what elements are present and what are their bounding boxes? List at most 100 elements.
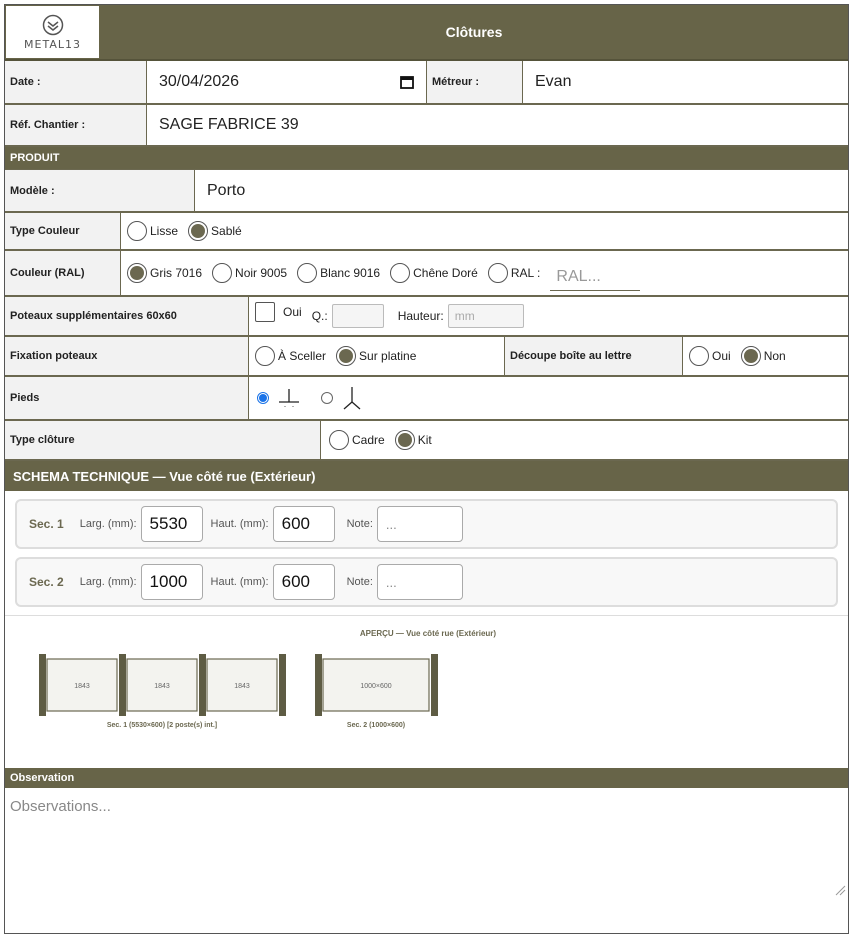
option-ral[interactable]: RAL :	[487, 263, 540, 283]
poteaux-row: Poteaux supplémentaires 60x60 Oui Q.: Ha…	[5, 297, 848, 337]
decoupe-options: Oui Non	[683, 337, 792, 375]
radio-gris-7016[interactable]	[127, 263, 147, 283]
option-noir-9005-label: Noir 9005	[235, 266, 288, 280]
option-a-sceller[interactable]: À Sceller	[255, 346, 326, 366]
option-gris-7016-label: Gris 7016	[150, 266, 203, 280]
form-frame: METAL13 Clôtures Date : 30/04/2026 Métre…	[4, 4, 849, 934]
panel-label: 1843	[154, 683, 170, 690]
q-input[interactable]	[331, 304, 384, 328]
couleur-label: Couleur (RAL)	[5, 251, 121, 295]
ref-label: Réf. Chantier :	[5, 105, 147, 145]
section-1-haut-label: Haut. (mm):	[210, 518, 269, 530]
type-couleur-options: Lisse Sablé	[121, 213, 248, 249]
option-kit[interactable]: Kit	[394, 430, 432, 450]
sec1-caption: Sec. 1 (5530×600) [2 poste(s) int.]	[107, 722, 217, 729]
date-row: Date : 30/04/2026 Métreur : Evan	[5, 61, 848, 105]
section-2-note-label: Note:	[346, 576, 373, 588]
radio-a-sceller[interactable]	[255, 346, 275, 366]
poteaux-label: Poteaux supplémentaires 60x60	[5, 297, 249, 335]
q-label: Q.:	[311, 309, 328, 323]
type-couleur-row: Type Couleur Lisse Sablé	[5, 213, 848, 251]
type-cloture-row: Type clôture Cadre Kit	[5, 421, 848, 461]
radio-decoupe-oui[interactable]	[689, 346, 709, 366]
section-1-haut-input[interactable]: 600	[272, 506, 335, 542]
pied-platine-icon	[279, 389, 299, 407]
section-1-name: Sec. 1	[29, 517, 64, 531]
option-decoupe-non-label: Non	[763, 349, 786, 363]
radio-lisse[interactable]	[127, 221, 147, 241]
modele-field[interactable]: Porto	[195, 170, 848, 211]
panel-label: 1843	[234, 683, 250, 690]
option-sur-platine-label: Sur platine	[359, 349, 417, 363]
radio-decoupe-non[interactable]	[740, 346, 761, 366]
modele-value: Porto	[207, 181, 246, 199]
section-card-1: Sec. 1 Larg. (mm): 5530 Haut. (mm): 600 …	[15, 499, 838, 549]
radio-noir-9005[interactable]	[212, 263, 233, 283]
option-sur-platine[interactable]: Sur platine	[336, 346, 416, 366]
type-couleur-label: Type Couleur	[5, 213, 121, 249]
post	[119, 654, 126, 716]
ref-field[interactable]: SAGE FABRICE 39	[147, 105, 848, 145]
option-sable-label: Sablé	[211, 224, 242, 238]
hauteur-input[interactable]: mm	[447, 304, 524, 328]
option-blanc-9016[interactable]: Blanc 9016	[297, 263, 380, 283]
modele-label: Modèle :	[5, 170, 195, 211]
schema-sections: Sec. 1 Larg. (mm): 5530 Haut. (mm): 600 …	[5, 491, 848, 616]
resize-handle-icon[interactable]	[834, 884, 846, 896]
section-2-larg-input[interactable]: 1000	[140, 564, 203, 600]
option-cadre[interactable]: Cadre	[329, 430, 385, 450]
ral-input[interactable]: RAL...	[550, 262, 641, 291]
option-decoupe-non[interactable]: Non	[740, 346, 786, 366]
section-2-haut-label: Haut. (mm):	[210, 576, 269, 588]
option-cadre-label: Cadre	[352, 433, 385, 447]
option-gris-7016[interactable]: Gris 7016	[127, 263, 202, 283]
decoupe-label: Découpe boîte au lettre	[505, 337, 683, 375]
option-chene-dore[interactable]: Chêne Doré	[390, 263, 478, 283]
section-2-haut-input[interactable]: 600	[272, 564, 335, 600]
radio-chene-dore[interactable]	[390, 263, 411, 283]
section-2-note-input[interactable]: ...	[376, 564, 463, 600]
pied-tripode-icon	[343, 387, 361, 410]
radio-sur-platine[interactable]	[336, 346, 357, 366]
radio-pied-tripode[interactable]	[321, 392, 333, 404]
section-2-name: Sec. 2	[29, 575, 64, 589]
couleur-options: Gris 7016 Noir 9005 Blanc 9016 Chêne Dor…	[121, 251, 641, 295]
section-card-2: Sec. 2 Larg. (mm): 1000 Haut. (mm): 600 …	[15, 557, 838, 607]
section-1-note-input[interactable]: ...	[376, 506, 463, 542]
post	[279, 654, 286, 716]
poteaux-checkbox[interactable]	[255, 302, 275, 322]
option-decoupe-oui-label: Oui	[712, 349, 731, 363]
metreur-value: Evan	[535, 73, 572, 90]
page-title: Clôtures	[445, 24, 503, 40]
post	[39, 654, 46, 716]
metreur-field[interactable]: Evan	[523, 61, 848, 103]
apercu-panel: APERÇU — Vue côté rue (Extérieur) 1843 1…	[5, 616, 848, 768]
option-blanc-9016-label: Blanc 9016	[320, 266, 381, 280]
radio-pied-platine[interactable]	[257, 392, 269, 404]
option-decoupe-oui[interactable]: Oui	[689, 346, 731, 366]
option-sable[interactable]: Sablé	[188, 221, 242, 241]
panel-label: 1843	[74, 683, 90, 690]
observation-textarea[interactable]: Observations...	[5, 788, 848, 898]
option-lisse[interactable]: Lisse	[127, 221, 178, 241]
metreur-label: Métreur :	[427, 61, 523, 103]
date-field[interactable]: 30/04/2026	[147, 61, 427, 103]
post	[431, 654, 438, 716]
radio-ral[interactable]	[487, 263, 508, 283]
form-header: METAL13 Clôtures	[5, 5, 848, 61]
radio-blanc-9016[interactable]	[297, 263, 318, 283]
radio-sable[interactable]	[188, 221, 209, 241]
logo-icon	[42, 14, 63, 35]
fixation-row: Fixation poteaux À Sceller Sur platine D…	[5, 337, 848, 377]
fixation-options: À Sceller Sur platine	[249, 337, 505, 375]
calendar-icon[interactable]	[400, 75, 414, 89]
option-noir-9005[interactable]: Noir 9005	[212, 263, 287, 283]
section-1-larg-input[interactable]: 5530	[140, 506, 203, 542]
radio-kit[interactable]	[394, 430, 415, 450]
logo: METAL13	[5, 5, 100, 59]
apercu-drawing: APERÇU — Vue côté rue (Extérieur) 1843 1…	[39, 629, 496, 729]
radio-cadre[interactable]	[329, 430, 349, 450]
poteaux-options: Oui Q.: Hauteur: mm	[249, 297, 524, 335]
pieds-options	[249, 377, 363, 419]
section-1-note-label: Note:	[346, 518, 373, 530]
